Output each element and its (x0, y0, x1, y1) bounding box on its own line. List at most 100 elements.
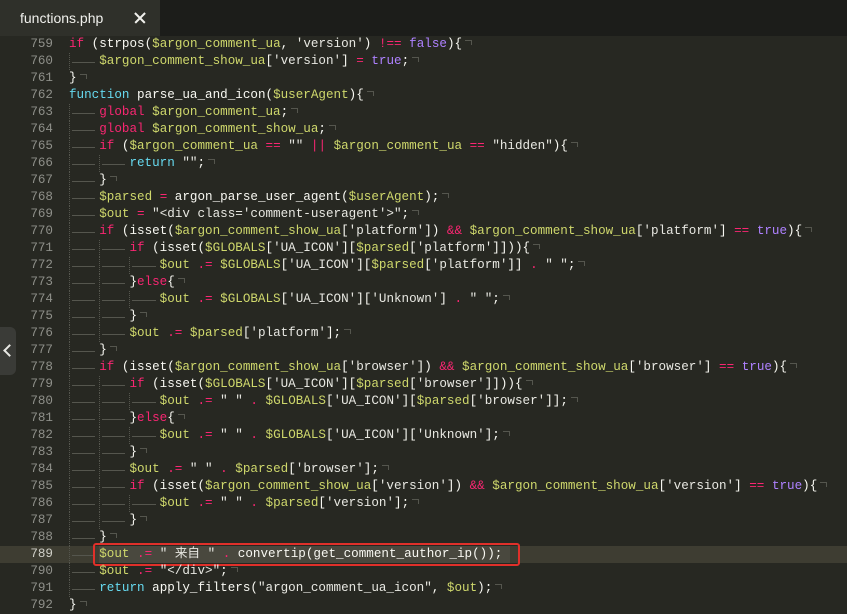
code-line[interactable]: 775} (0, 308, 847, 325)
code-line[interactable]: 769 $out = "<div class='comment-useragent… (0, 206, 847, 223)
keyword-token: = (137, 207, 145, 221)
eol-marker (412, 210, 420, 215)
line-number: 759 (30, 37, 53, 51)
code-text-token: apply_filters( (144, 581, 258, 595)
code-line[interactable]: 780 $out .= " " . $GLOBALS['UA_ICON'][$pa… (0, 393, 847, 410)
eol-marker (344, 329, 352, 334)
code-line[interactable]: 767} (0, 172, 847, 189)
code-text-token: ] (439, 292, 455, 306)
code-text-token: ; (220, 564, 228, 578)
selected-text[interactable]: $out .= " 来自 " . convertip(get_comment_a… (93, 543, 521, 566)
code-line[interactable]: 779 if (isset($GLOBALS['UA_ICON'][$parsed… (0, 376, 847, 393)
code-line[interactable]: 776 $out .= $parsed['platform']; (0, 325, 847, 342)
code-line[interactable]: 777} (0, 342, 847, 359)
eol-marker (328, 125, 336, 130)
tab-indent-marker (99, 155, 130, 172)
code-line[interactable]: 782 $out .= " " . $GLOBALS['UA_ICON']['Un… (0, 427, 847, 444)
variable-token: $argon_comment_show_ua (174, 360, 342, 374)
line-content: $out .= " " . $GLOBALS['UA_ICON']['Unkno… (69, 427, 510, 444)
code-line[interactable]: 784 $out .= " " . $parsed['browser']; (0, 461, 847, 478)
code-text-token: [ (325, 428, 334, 442)
line-number: 789 (30, 547, 53, 561)
code-text-token: ; (401, 54, 410, 68)
code-line[interactable]: 790 $out .= "</div>"; (0, 563, 847, 580)
storage-keyword-token: return (99, 581, 145, 595)
code-line[interactable]: 789 $out .= " 来自 " . convertip(get_commen… (0, 543, 847, 566)
eol-marker (109, 533, 117, 538)
code-line[interactable]: 774 $out .= $GLOBALS['UA_ICON']['Unknown'… (0, 291, 847, 308)
code-line[interactable]: 781}else{ (0, 410, 847, 427)
code-line[interactable]: 788} (0, 529, 847, 546)
tab-functions-php[interactable]: functions.php (0, 0, 160, 36)
code-line[interactable]: 787} (0, 512, 847, 529)
code-line[interactable]: 761} (0, 70, 847, 87)
code-line[interactable]: 792} (0, 597, 847, 614)
tab-indent-marker (69, 223, 100, 240)
sidebar-toggle-button[interactable] (0, 327, 16, 375)
code-line[interactable]: 778 if (isset($argon_comment_show_ua['bro… (0, 359, 847, 376)
code-line[interactable]: 770 if (isset($argon_comment_show_ua['pla… (0, 223, 847, 240)
code-line[interactable]: 765 if ($argon_comment_ua == "" || $argon… (0, 138, 847, 155)
variable-token: $parsed (371, 258, 425, 272)
code-text-token: [ (409, 241, 417, 255)
tab-indent-marker (99, 393, 130, 410)
code-text-token: ][ (341, 377, 357, 391)
line-number: 770 (30, 224, 53, 238)
code-line[interactable]: 764 global $argon_comment_show_ua; (0, 121, 847, 138)
code-line[interactable]: 791 return apply_filters("argon_comment_u… (0, 580, 847, 597)
tab-indent-marker (69, 529, 100, 546)
string-literal-token: "argon_comment_ua_icon" (257, 581, 432, 595)
code-text-token: ][ (401, 394, 417, 408)
line-number: 783 (30, 445, 53, 459)
keyword-token: if (69, 37, 85, 51)
code-line[interactable]: 785 if (isset($argon_comment_show_ua['ver… (0, 478, 847, 495)
code-line[interactable]: 766 return ""; (0, 155, 847, 172)
code-text-token: } (99, 530, 107, 544)
tab-indent-marker (69, 359, 100, 376)
code-text-token: ]) (416, 360, 440, 374)
line-number: 784 (30, 462, 53, 476)
code-line[interactable]: 760 $argon_comment_show_ua['version'] = t… (0, 53, 847, 70)
keyword-token: == (469, 139, 485, 153)
tab-indent-marker (69, 189, 100, 206)
code-line[interactable]: 763 global $argon_comment_ua; (0, 104, 847, 121)
string-literal-token: " " (189, 462, 213, 476)
code-line[interactable]: 773}else{ (0, 274, 847, 291)
code-line[interactable]: 772 $out .= $GLOBALS['UA_ICON'][$parsed['… (0, 257, 847, 274)
code-line[interactable]: 768 $parsed = argon_parse_user_agent($use… (0, 189, 847, 206)
code-line[interactable]: 759 if (strpos($argon_comment_ua, 'versio… (0, 36, 847, 53)
keyword-token: .= (197, 428, 213, 442)
keyword-token: if (129, 377, 145, 391)
code-editor[interactable]: 759 if (strpos($argon_comment_ua, 'versio… (0, 36, 847, 614)
close-icon[interactable] (133, 11, 147, 25)
string-literal-token: "" (182, 156, 198, 170)
eol-marker (177, 414, 185, 419)
string-literal-token: 'UA_ICON' (333, 394, 402, 408)
code-line[interactable]: 786 $out .= " " . $parsed['version']; (0, 495, 847, 512)
line-content: $out .= " " . $parsed['version']; (69, 495, 420, 512)
code-text-token: [ (341, 224, 349, 238)
code-text-token: [ (265, 241, 274, 255)
tab-indent-marker (129, 257, 160, 274)
string-literal-token: 'browser' (416, 377, 485, 391)
code-text-token: ]) (446, 479, 470, 493)
variable-token: $argon_comment_ua (129, 139, 258, 153)
code-line[interactable]: 771 if (isset($GLOBALS['UA_ICON'][$parsed… (0, 240, 847, 257)
line-content: $out .= " " . $parsed['browser']; (69, 461, 389, 478)
line-number: 765 (30, 139, 53, 153)
code-line[interactable]: 783} (0, 444, 847, 461)
string-literal-token: 'Unknown' (416, 428, 485, 442)
code-text-token: } (99, 173, 107, 187)
keyword-token: .= (137, 564, 153, 578)
code-text-token: ]] (507, 258, 531, 272)
line-number: 768 (30, 190, 53, 204)
code-line[interactable]: 762 function parse_ua_and_icon($userAgent… (0, 87, 847, 104)
tab-indent-marker (129, 495, 160, 512)
